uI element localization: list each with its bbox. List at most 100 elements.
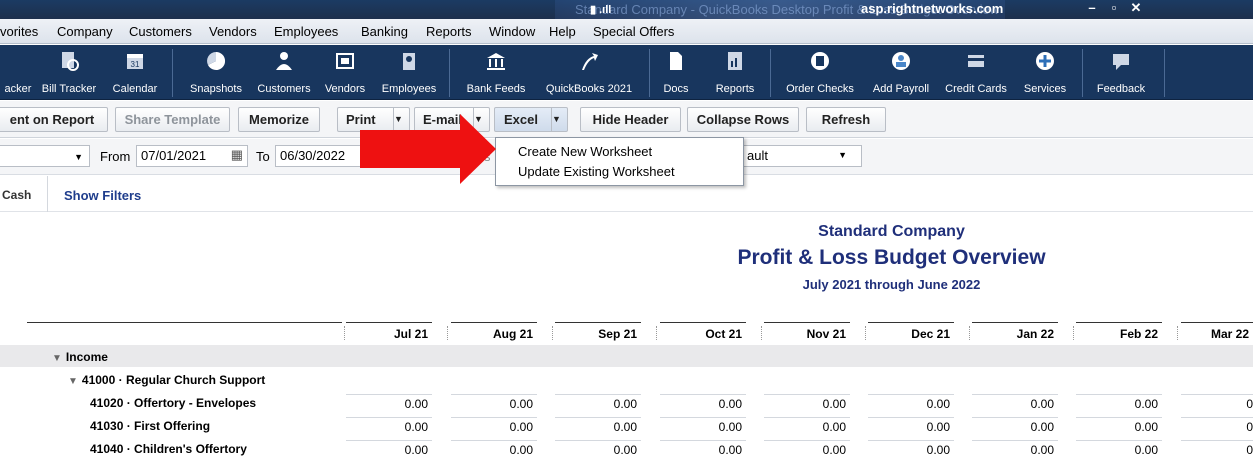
collapse-rows-button[interactable]: Collapse Rows: [687, 107, 799, 132]
toolbar-label: Add Payroll: [872, 83, 930, 95]
toolbar-item-snapshots[interactable]: Snapshots: [180, 45, 252, 100]
toolbar-label: Customers: [257, 83, 311, 95]
excel-button[interactable]: Excel ▼: [494, 107, 568, 132]
toolbar-label: Snapshots: [190, 83, 242, 95]
report-period: July 2021 through June 2022: [802, 277, 981, 292]
update-existing-worksheet-item[interactable]: Update Existing Worksheet: [518, 164, 675, 179]
show-filters-link[interactable]: Show Filters: [64, 188, 141, 203]
toolbar-item-services[interactable]: Services: [1016, 45, 1074, 100]
table-cell: 0.00: [346, 394, 432, 412]
toolbar-separator: [649, 49, 650, 97]
feedback-icon: [1113, 54, 1129, 70]
toolbar-label: Calendar: [112, 83, 158, 95]
customers-icon: [276, 52, 292, 70]
menu-reports[interactable]: Reports: [426, 24, 472, 39]
row-label: ▼ Income: [52, 350, 108, 364]
table-cell: 0: [1181, 440, 1253, 458]
toolbar-item-bank-feeds[interactable]: Bank Feeds: [458, 45, 534, 100]
toolbar-label: Docs: [663, 83, 689, 95]
comment-on-report-button[interactable]: ent on Report: [0, 107, 108, 132]
column-header: Sep 21: [555, 322, 641, 342]
toolbar-item-quickbooks-2021[interactable]: QuickBooks 2021: [536, 45, 642, 100]
column-header: Jul 21: [346, 322, 432, 342]
menu-favorites[interactable]: vorites: [0, 24, 38, 39]
memorize-button[interactable]: Memorize: [238, 107, 320, 132]
table-cell: 0.00: [764, 417, 850, 435]
chevron-down-icon: ▼: [74, 152, 83, 162]
share-template-button[interactable]: Share Template: [115, 107, 230, 132]
refresh-button[interactable]: Refresh: [806, 107, 886, 132]
table-cell: 0.00: [868, 394, 954, 412]
table-cell: 0.00: [1076, 417, 1162, 435]
collapse-toggle-icon[interactable]: ▼: [68, 376, 78, 387]
table-cell: 0: [1181, 394, 1253, 412]
table-cell: 0.00: [555, 440, 641, 458]
report-title: Profit & Loss Budget Overview: [737, 246, 1046, 269]
toolbar-label: Credit Cards: [945, 83, 1007, 95]
table-row: 41030 · First Offering 0.00 0.00 0.00 0.…: [0, 414, 1253, 436]
table-cell: 0.00: [346, 417, 432, 435]
report-basis-cash[interactable]: Cash: [2, 188, 31, 202]
table-cell: 0.00: [451, 417, 537, 435]
table-cell: 0.00: [660, 394, 746, 412]
toolbar-label: Bank Feeds: [466, 83, 526, 95]
toolbar-item-feedback[interactable]: Feedback: [1086, 45, 1156, 100]
connection-signal-icon: ▮ .ıll: [590, 4, 612, 16]
toolbar-item-customers[interactable]: Customers: [252, 45, 316, 100]
menu-vendors[interactable]: Vendors: [209, 24, 257, 39]
menu-bar: vorites Company Customers Vendors Employ…: [0, 19, 1253, 44]
toolbar-label: Services: [1023, 83, 1067, 95]
column-header: Feb 22: [1076, 322, 1162, 342]
toolbar-item-add-payroll[interactable]: Add Payroll: [864, 45, 938, 100]
toolbar-separator: [1164, 49, 1165, 97]
table-cell: 0.00: [1076, 394, 1162, 412]
sort-by-value: ault: [747, 148, 768, 163]
employees-icon: [403, 53, 415, 70]
report-company-name: Standard Company: [818, 223, 965, 240]
toolbar-item-credit-cards[interactable]: Credit Cards: [938, 45, 1014, 100]
menu-company[interactable]: Company: [57, 24, 113, 39]
create-new-worksheet-item[interactable]: Create New Worksheet: [518, 144, 652, 159]
toolbar-item-partial[interactable]: acker: [0, 45, 36, 100]
toolbar-item-docs[interactable]: Docs: [656, 45, 696, 100]
table-cell: 0.00: [868, 440, 954, 458]
calendar-icon[interactable]: ▦: [231, 147, 243, 163]
dates-select[interactable]: ▼: [0, 145, 90, 167]
table-cell: 0.00: [764, 394, 850, 412]
order-checks-icon: [811, 52, 829, 70]
chevron-down-icon[interactable]: ▼: [551, 108, 567, 131]
table-cell: 0.00: [868, 417, 954, 435]
menu-help[interactable]: Help: [549, 24, 576, 39]
toolbar-item-reports[interactable]: Reports: [708, 45, 762, 100]
menu-special-offers[interactable]: Special Offers: [593, 24, 674, 39]
table-row-income: ▼ Income: [0, 345, 1253, 367]
sort-by-select[interactable]: ault ▼: [742, 145, 862, 167]
toolbar-label: acker: [4, 83, 32, 95]
excel-label: Excel: [504, 112, 538, 127]
toolbar-item-calendar[interactable]: 31 Calendar: [107, 45, 163, 100]
toolbar-item-bill-tracker[interactable]: Bill Tracker: [37, 45, 101, 100]
close-button[interactable]: ✕: [1122, 0, 1150, 17]
table-cell: 0.00: [555, 394, 641, 412]
window-titlebar: Standard Company - QuickBooks Desktop Pr…: [0, 0, 1253, 19]
menu-employees[interactable]: Employees: [274, 24, 338, 39]
toolbar-item-vendors[interactable]: Vendors: [318, 45, 372, 100]
collapse-toggle-icon[interactable]: ▼: [52, 353, 62, 364]
row-label-text: 41000 · Regular Church Support: [81, 373, 266, 387]
table-row: 41020 · Offertory - Envelopes 0.00 0.00 …: [0, 391, 1253, 413]
table-cell: 0.00: [555, 417, 641, 435]
toolbar-item-employees[interactable]: Employees: [374, 45, 444, 100]
menu-window[interactable]: Window: [489, 24, 535, 39]
table-cell: 0.00: [346, 440, 432, 458]
toolbar-item-order-checks[interactable]: Order Checks: [776, 45, 864, 100]
menu-customers[interactable]: Customers: [129, 24, 192, 39]
calendar-icon: 31: [127, 54, 143, 69]
toolbar-label: Reports: [715, 83, 755, 95]
excel-dropdown-menu: Create New Worksheet Update Existing Wor…: [495, 137, 744, 186]
toolbar-label: Employees: [381, 83, 437, 95]
from-date-field[interactable]: 07/01/2021 ▦: [136, 145, 248, 167]
toolbar-separator: [449, 49, 450, 97]
toolbar-label: Bill Tracker: [41, 83, 97, 95]
hide-header-button[interactable]: Hide Header: [580, 107, 681, 132]
menu-banking[interactable]: Banking: [361, 24, 408, 39]
